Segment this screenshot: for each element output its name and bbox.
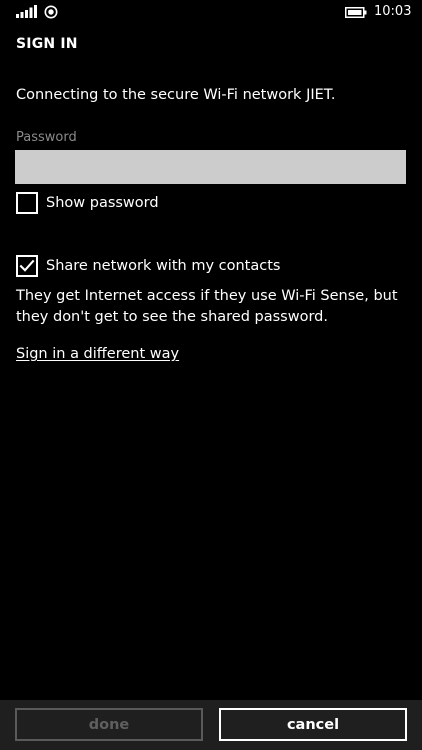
share-network-checkbox-box[interactable] xyxy=(16,255,38,277)
signal-bars-icon xyxy=(16,5,37,18)
connect-message: Connecting to the secure Wi-Fi network J… xyxy=(16,87,336,103)
show-password-checkbox[interactable]: Show password xyxy=(16,192,159,214)
share-network-checkbox[interactable]: Share network with my contacts xyxy=(16,255,280,277)
page-title: SIGN IN xyxy=(16,36,78,52)
share-description: They get Internet access if they use Wi-… xyxy=(16,288,398,325)
battery-icon xyxy=(345,7,367,18)
password-label: Password xyxy=(16,130,77,145)
cancel-button[interactable]: cancel xyxy=(219,708,407,741)
radio-icon xyxy=(44,5,58,19)
app-bar: done cancel xyxy=(0,700,422,750)
share-network-label[interactable]: Share network with my contacts xyxy=(46,256,280,276)
sign-in-different-way-link[interactable]: Sign in a different way xyxy=(16,344,179,364)
password-input[interactable] xyxy=(15,150,406,184)
checkmark-icon xyxy=(19,259,35,272)
status-time: 10:03 xyxy=(374,4,412,19)
done-button[interactable]: done xyxy=(15,708,203,741)
status-bar: 10:03 xyxy=(0,0,422,24)
show-password-checkbox-box[interactable] xyxy=(16,192,38,214)
show-password-label[interactable]: Show password xyxy=(46,193,159,213)
